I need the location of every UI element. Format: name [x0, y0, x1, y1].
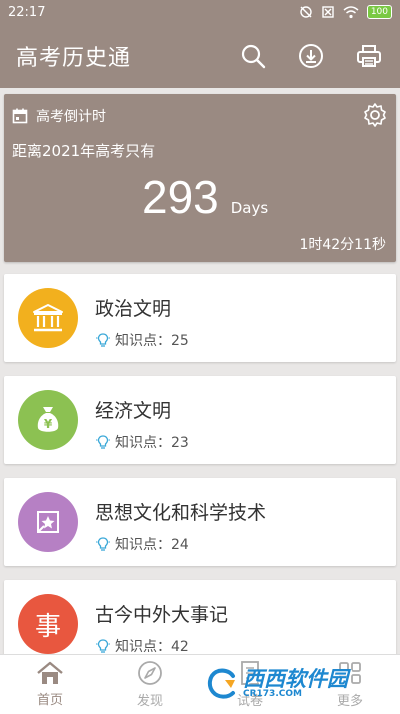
category-card-economy[interactable]: ¥ 经济文明 知识点：23: [4, 376, 396, 464]
days-remaining: 293: [142, 171, 219, 223]
knowledge-count: 知识点：42: [115, 639, 189, 655]
home-icon: [37, 661, 63, 684]
category-card-culture[interactable]: 思想文化和科学技术 知识点：24: [4, 478, 396, 566]
gear-icon[interactable]: [362, 102, 388, 128]
site-watermark: 西西软件园 CR173.COM: [205, 664, 385, 704]
countdown-timer: 1时42分11秒: [299, 237, 386, 253]
countdown-subtitle: 距离2021年高考只有: [12, 142, 156, 160]
knowledge-count: 知识点：25: [115, 333, 189, 349]
app-bar: 高考历史通: [0, 24, 400, 88]
event-icon-char: 事: [34, 611, 61, 642]
category-name: 政治文明: [95, 298, 172, 320]
sim-icon: [322, 6, 334, 18]
wifi-icon: [343, 6, 359, 19]
category-name: 思想文化和科学技术: [95, 502, 267, 524]
money-bag-icon: ¥: [18, 390, 78, 450]
bulb-icon: [96, 333, 110, 347]
countdown-label: 高考倒计时: [36, 109, 106, 125]
status-time: 22:17: [8, 4, 46, 20]
bulb-icon: [96, 435, 110, 449]
star-picture-icon: [18, 492, 78, 552]
compass-icon: [138, 661, 162, 685]
svg-text:¥: ¥: [44, 417, 53, 431]
status-icons: 100: [299, 5, 392, 19]
countdown-card: 高考倒计时 距离2021年高考只有 293 Days 1时42分11秒: [4, 94, 396, 262]
nav-discover[interactable]: 发现: [100, 655, 200, 714]
knowledge-count: 知识点：23: [115, 435, 189, 451]
event-icon: 事: [18, 594, 78, 654]
nav-label: 首页: [36, 693, 63, 708]
status-bar: 22:17 100: [0, 0, 400, 24]
category-name: 经济文明: [95, 400, 172, 422]
alarm-off-icon: [300, 6, 312, 18]
nav-home[interactable]: 首页: [0, 655, 100, 714]
watermark-text: 西西软件园: [243, 667, 348, 691]
watermark-logo-icon: [207, 668, 235, 699]
nav-label: 发现: [136, 694, 163, 709]
knowledge-count: 知识点：24: [115, 537, 189, 553]
bank-icon: [18, 288, 78, 348]
category-name: 古今中外大事记: [95, 604, 229, 626]
print-icon[interactable]: [356, 43, 382, 69]
download-icon[interactable]: [298, 43, 324, 69]
calendar-icon: [12, 108, 28, 124]
app-title: 高考历史通: [16, 46, 132, 71]
watermark-url: CR173.COM: [243, 689, 302, 699]
bulb-icon: [96, 639, 110, 653]
battery-icon: 100: [366, 5, 392, 19]
category-card-politics[interactable]: 政治文明 知识点：25: [4, 274, 396, 362]
search-icon[interactable]: [240, 43, 266, 69]
days-unit: Days: [230, 199, 269, 217]
bulb-icon: [96, 537, 110, 551]
